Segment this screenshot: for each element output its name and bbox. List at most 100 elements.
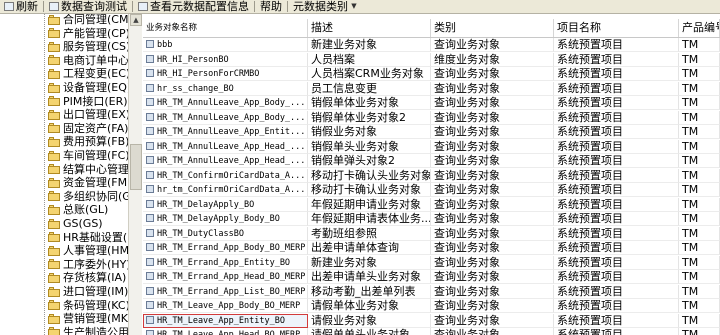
table-row[interactable]: HR_TM_Errand_App_Entity_BO 新建业务对象 查询业务对象 系统… <box>143 255 720 271</box>
refresh-button[interactable]: 刷新 <box>0 0 42 13</box>
table-row[interactable]: HR_TM_AnnulLeave_App_Head_... 销假单弹头对象2 查询业… <box>143 154 720 169</box>
cell-category: 查询业务对象 <box>431 110 554 125</box>
cell-name: HR_TM_Errand_App_Body_BO_MERP <box>143 241 308 255</box>
tree-item-label: 生产制造公用 <box>63 325 128 335</box>
cell-name: hr_ss_change_BO <box>143 81 308 96</box>
cell-project-text: 系统预置项目 <box>557 154 623 167</box>
tree-scrollbar[interactable]: ▲ <box>128 14 142 335</box>
tree-item[interactable]: 产能管理(CP) <box>48 27 128 40</box>
table-row[interactable]: HR_TM_Leave_App_Body_BO_MERP 请假单体业务对象 查询业务… <box>143 299 720 314</box>
tree-item[interactable]: 多组织协同(G <box>48 190 128 203</box>
tree-item-label: 营销管理(MK) <box>63 312 128 326</box>
table-row[interactable]: HR_TM_DelayApply_Body_BO 年假延期申请表体业务... 查询业… <box>143 212 720 227</box>
tree-item[interactable]: PIM接口(ER) <box>48 95 128 108</box>
column-header-description[interactable]: 描述 <box>308 19 431 37</box>
cell-project-text: 系统预置项目 <box>557 168 623 182</box>
cell-name: HR_HI_PersonForCRMBO <box>143 67 308 81</box>
cell-name-text: HR_TM_AnnulLeave_App_Head_... <box>157 156 306 166</box>
tree-item[interactable]: GS(GS) <box>48 217 103 230</box>
cell-product-code: TM <box>679 226 720 241</box>
cell-description: 移动考勤_出差单列表 <box>308 284 431 299</box>
tree-item[interactable]: 存货核算(IA) <box>48 271 126 284</box>
table-row[interactable]: HR_TM_Errand_App_Body_BO_MERP 出差申请单体查询 查询业… <box>143 241 720 256</box>
business-object-icon <box>146 243 154 251</box>
tree-item[interactable]: 电商订单中心 <box>48 54 128 67</box>
column-header-product-code[interactable]: 产品编号 <box>679 19 720 37</box>
column-header-project[interactable]: 项目名称 <box>554 19 679 37</box>
tree-item[interactable]: 资金管理(FM) <box>48 176 128 189</box>
table-row[interactable]: HR_TM_DutyClassBO 考勤班组参照 查询业务对象 系统预置项目 TM <box>143 226 720 242</box>
table-row[interactable]: hr_tm_ConfirmOriCardData_A... 移动打卡确认业务对象查… <box>143 183 720 198</box>
tree-item[interactable]: 车间管理(FC) <box>48 149 128 162</box>
tree-item[interactable]: 条码管理(KC) <box>48 299 128 312</box>
cell-description-text: 移动考勤_出差单列表 <box>311 284 416 298</box>
table-row[interactable]: HR_TM_Errand_App_List_BO_MERP 移动考勤_出差单列表 查… <box>143 284 720 300</box>
cell-product-code: TM <box>679 38 720 52</box>
cell-category: 查询业务对象 <box>431 183 554 197</box>
table-header: 业务对象名称 描述 类别 项目名称 产品编号 <box>143 19 720 38</box>
tree-item[interactable]: 工程变更(EC) <box>48 67 128 80</box>
tree-item[interactable]: 合同管理(CM) <box>48 14 128 26</box>
cell-name: HR_TM_AnnulLeave_App_Entit... <box>143 125 308 139</box>
tree-item[interactable]: HR基础设置(H <box>48 231 128 244</box>
column-header-category[interactable]: 类别 <box>431 19 554 37</box>
cell-project: 系统预置项目 <box>554 241 679 255</box>
tree-item[interactable]: 人事管理(HM) <box>48 244 128 257</box>
help-button[interactable]: 帮助 <box>256 0 286 13</box>
cell-name: HR_TM_AnnulLeave_App_Head_... <box>143 154 308 168</box>
tree-item[interactable]: 费用预算(FB) <box>48 135 128 148</box>
tree-item-label: 结算中心管理 <box>63 162 128 176</box>
cell-category-text: 查询业务对象 <box>434 270 500 283</box>
cell-description-text: 年假延期申请表体业务... <box>311 212 431 225</box>
table-row[interactable]: HR_TM_Errand_App_Head_BO_MERP 出差申请单头业务对象查… <box>143 270 720 285</box>
cell-name: HR_TM_Leave_App_Body_BO_MERP <box>143 299 308 313</box>
table-row[interactable]: HR_TM_DelayApply_BO 年假延期申请业务对象 查询业务对象 系统预置项… <box>143 197 720 213</box>
table-row[interactable]: HR_HI_PersonForCRMBO 人员档案CRM业务对象 查询业务对象 系统预… <box>143 67 720 82</box>
query-test-button[interactable]: 数据查询测试 <box>45 0 131 13</box>
cell-description-text: 销假单头业务对象 <box>311 139 399 153</box>
cell-product-code: TM <box>679 139 720 154</box>
view-meta-icon <box>138 2 148 11</box>
cell-name: HR_TM_Errand_App_List_BO_MERP <box>143 284 308 299</box>
cell-name-text: HR_TM_AnnulLeave_App_Body_... <box>157 112 306 123</box>
cell-description-text: 新建业务对象 <box>311 38 377 51</box>
cell-category: 查询业务对象 <box>431 328 554 335</box>
tree-item-label: 费用预算(FB) <box>63 135 128 149</box>
tree-item[interactable]: 服务管理(CS) <box>48 40 128 53</box>
tree-item[interactable]: 进口管理(IM) <box>48 285 128 298</box>
tree-item[interactable]: 出口管理(EX) <box>48 108 128 121</box>
table-row[interactable]: HR_TM_AnnulLeave_App_Head_... 销假单头业务对象 查询业… <box>143 139 720 155</box>
tree-item[interactable]: 总账(GL) <box>48 203 108 216</box>
cell-category-text: 查询业务对象 <box>434 226 500 240</box>
table-row[interactable]: HR_TM_AnnulLeave_App_Entit... 销假业务对象 查询业务对… <box>143 125 720 140</box>
tree-item[interactable]: 工序委外(HY) <box>48 258 128 271</box>
table-row[interactable]: hr_ss_change_BO 员工信息变更 查询业务对象 系统预置项目 TM <box>143 81 720 97</box>
table-row[interactable]: HR_TM_Leave_App_Entity_BO 请假业务对象 查询业务对象 系统预… <box>143 313 720 329</box>
cell-project-text: 系统预置项目 <box>557 299 623 312</box>
table-row[interactable]: bbb 新建业务对象 查询业务对象 系统预置项目 TM <box>143 38 720 53</box>
cell-name-text: HR_TM_Errand_App_Body_BO_MERP <box>157 243 306 253</box>
cell-description: 移动打卡确认头业务对象 <box>308 168 431 183</box>
cell-project: 系统预置项目 <box>554 212 679 226</box>
table-row[interactable]: HR_TM_AnnulLeave_App_Body_... 销假单体业务对象 查询业… <box>143 96 720 111</box>
table-row[interactable]: HR_TM_Leave_App_Head_BO_MERP 请假单单头业务对象 查询业… <box>143 328 720 335</box>
cell-product-code-text: TM <box>682 139 699 153</box>
tree-item[interactable]: 设备管理(EQ) <box>48 81 128 94</box>
scroll-thumb[interactable] <box>130 144 142 190</box>
tree-item[interactable]: 固定资产(FA) <box>48 122 128 135</box>
tree-item[interactable]: 生产制造公用 <box>48 326 128 335</box>
table-row[interactable]: HR_TM_ConfirmOriCardData_A... 移动打卡确认头业务对象… <box>143 168 720 184</box>
tree-item[interactable]: 营销管理(MK) <box>48 312 128 325</box>
cell-product-code-text: TM <box>682 183 699 196</box>
scroll-up-icon[interactable]: ▲ <box>130 14 142 26</box>
column-header-name[interactable]: 业务对象名称 <box>143 19 308 37</box>
cell-project-text: 系统预置项目 <box>557 328 623 335</box>
tree-item[interactable]: 结算中心管理 <box>48 163 128 176</box>
meta-type-dropdown[interactable]: 元数据类别 ▼ <box>289 0 362 13</box>
folder-icon <box>48 313 61 324</box>
table-row[interactable]: HR_HI_PersonBO 人员档案 维度业务对象 系统预置项目 TM <box>143 52 720 68</box>
view-meta-button[interactable]: 查看元数据配置信息 <box>134 0 253 13</box>
table-row[interactable]: HR_TM_AnnulLeave_App_Body_... 销假单体业务对象2 查询… <box>143 110 720 126</box>
cell-description: 人员档案 <box>308 52 431 67</box>
business-object-icon <box>146 40 154 48</box>
